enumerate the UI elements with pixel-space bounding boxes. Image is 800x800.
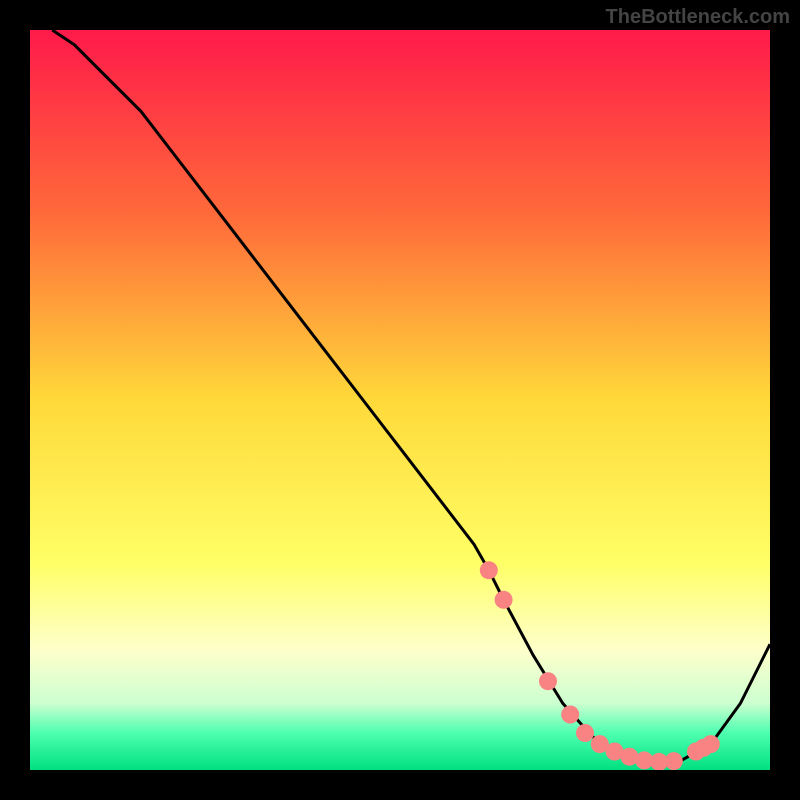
chart-background [30,30,770,770]
marker-point [539,672,557,690]
marker-point [576,724,594,742]
marker-point [561,706,579,724]
marker-point [665,752,683,770]
chart-plot-area [30,30,770,770]
marker-point [702,735,720,753]
marker-point [480,561,498,579]
watermark-text: TheBottleneck.com [606,6,790,29]
marker-point [495,591,513,609]
chart-svg [30,30,770,770]
